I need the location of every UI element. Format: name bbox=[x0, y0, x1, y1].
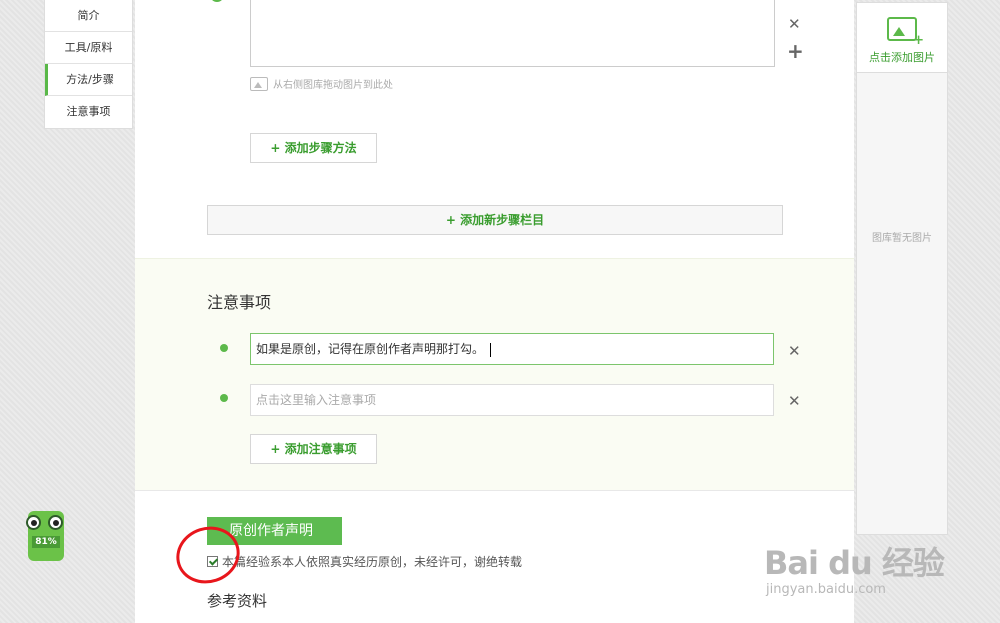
step-content-textarea[interactable] bbox=[250, 0, 775, 67]
step-number-badge bbox=[210, 0, 224, 2]
original-declaration-checkbox-row[interactable]: 本篇经验系本人依照真实经历原创，未经许可，谢绝转载 bbox=[207, 553, 522, 570]
nav-item-tools[interactable]: 工具/原料 bbox=[45, 32, 132, 64]
watermark-brand: Bai du 经验 bbox=[764, 544, 945, 582]
nav-item-intro[interactable]: 简介 bbox=[45, 0, 132, 32]
editor-main: ✕ + 从右侧图库拖动图片到此处 + 添加步骤方法 + 添加新步骤栏目 注意事项… bbox=[135, 0, 854, 623]
note-input-1-value: 如果是原创，记得在原创作者声明那打勾。 bbox=[256, 342, 485, 356]
bullet-icon bbox=[220, 344, 228, 352]
mascot-eye-icon bbox=[48, 515, 63, 530]
image-gallery-panel: 点击添加图片 图库暂无图片 bbox=[856, 2, 948, 535]
mascot-eye-icon bbox=[26, 515, 41, 530]
image-drop-hint: 从右侧图库拖动图片到此处 bbox=[250, 76, 393, 91]
notes-title: 注意事项 bbox=[207, 293, 272, 312]
add-image-label: 点击添加图片 bbox=[869, 51, 935, 64]
note-input-1[interactable]: 如果是原创，记得在原创作者声明那打勾。 bbox=[250, 333, 774, 365]
baidu-watermark: Bai du 经验 jingyan.baidu.com bbox=[764, 538, 945, 597]
add-image-button[interactable]: 点击添加图片 bbox=[857, 3, 947, 73]
image-icon bbox=[250, 76, 268, 91]
text-caret bbox=[490, 342, 492, 357]
completion-percent: 81% bbox=[32, 536, 60, 548]
add-note-button[interactable]: + 添加注意事项 bbox=[250, 434, 377, 464]
bullet-icon bbox=[220, 394, 228, 402]
drag-hint-text: 从右侧图库拖动图片到此处 bbox=[273, 80, 393, 91]
add-image-icon bbox=[887, 17, 924, 48]
references-title: 参考资料 bbox=[207, 592, 268, 610]
watermark-url: jingyan.baidu.com bbox=[766, 582, 886, 597]
nav-item-notes[interactable]: 注意事项 bbox=[45, 96, 132, 128]
declaration-section: 原创作者声明 本篇经验系本人依照真实经历原创，未经许可，谢绝转载 参考资料 bbox=[135, 491, 854, 623]
original-declaration-label: 本篇经验系本人依照真实经历原创，未经许可，谢绝转载 bbox=[222, 555, 523, 569]
close-icon[interactable]: ✕ bbox=[788, 344, 801, 359]
progress-mascot[interactable]: 81% bbox=[20, 503, 72, 563]
plus-icon[interactable]: + bbox=[787, 41, 804, 61]
notes-section: 注意事项 如果是原创，记得在原创作者声明那打勾。 ✕ 点击这里输入注意事项 ✕ … bbox=[135, 258, 854, 491]
note-input-2[interactable]: 点击这里输入注意事项 bbox=[250, 384, 774, 416]
section-nav: 简介 工具/原料 方法/步骤 注意事项 bbox=[44, 0, 133, 129]
steps-section: ✕ + 从右侧图库拖动图片到此处 + 添加步骤方法 + 添加新步骤栏目 bbox=[135, 0, 854, 258]
close-icon[interactable]: ✕ bbox=[788, 17, 801, 32]
gallery-empty-text: 图库暂无图片 bbox=[872, 233, 932, 244]
add-step-column-button[interactable]: + 添加新步骤栏目 bbox=[207, 205, 783, 235]
add-step-method-button[interactable]: + 添加步骤方法 bbox=[250, 133, 377, 163]
nav-item-steps[interactable]: 方法/步骤 bbox=[45, 64, 132, 96]
close-icon[interactable]: ✕ bbox=[788, 394, 801, 409]
